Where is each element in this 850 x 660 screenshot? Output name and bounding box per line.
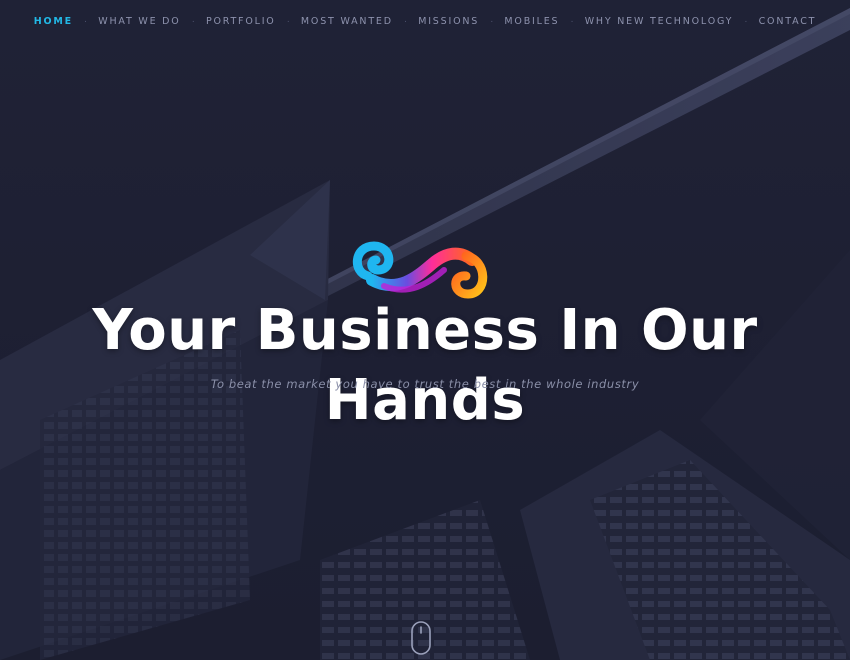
nav-separator: ·	[570, 15, 574, 27]
nav-separator: ·	[286, 15, 290, 27]
mouse-scroll-icon[interactable]	[410, 620, 432, 656]
nav-item-why-new-technology[interactable]: WHY NEW TECHNOLOGY	[585, 16, 734, 27]
nav-item-mobiles[interactable]: MOBILES	[504, 16, 559, 27]
nav-item-most-wanted[interactable]: MOST WANTED	[301, 16, 393, 27]
hero-subtitle: To beat the market you have to trust the…	[210, 377, 640, 391]
nav-separator: ·	[191, 15, 195, 27]
nav-item-contact[interactable]: CONTACT	[759, 16, 817, 27]
swirl-logo-icon	[353, 241, 488, 299]
nav-list: HOME · WHAT WE DO · PORTFOLIO · MOST WAN…	[34, 16, 817, 27]
main-navigation: HOME · WHAT WE DO · PORTFOLIO · MOST WAN…	[0, 0, 850, 42]
nav-item-portfolio[interactable]: PORTFOLIO	[206, 16, 276, 27]
nav-separator: ·	[83, 15, 88, 27]
nav-separator: ·	[490, 15, 494, 27]
nav-item-missions[interactable]: MISSIONS	[418, 16, 479, 27]
hero-title: Your Business In Our Hands	[92, 298, 758, 433]
nav-item-home[interactable]: HOME	[34, 16, 73, 27]
nav-separator: ·	[403, 15, 408, 27]
nav-item-what-we-do[interactable]: WHAT WE DO	[98, 16, 180, 27]
nav-separator: ·	[744, 15, 748, 27]
